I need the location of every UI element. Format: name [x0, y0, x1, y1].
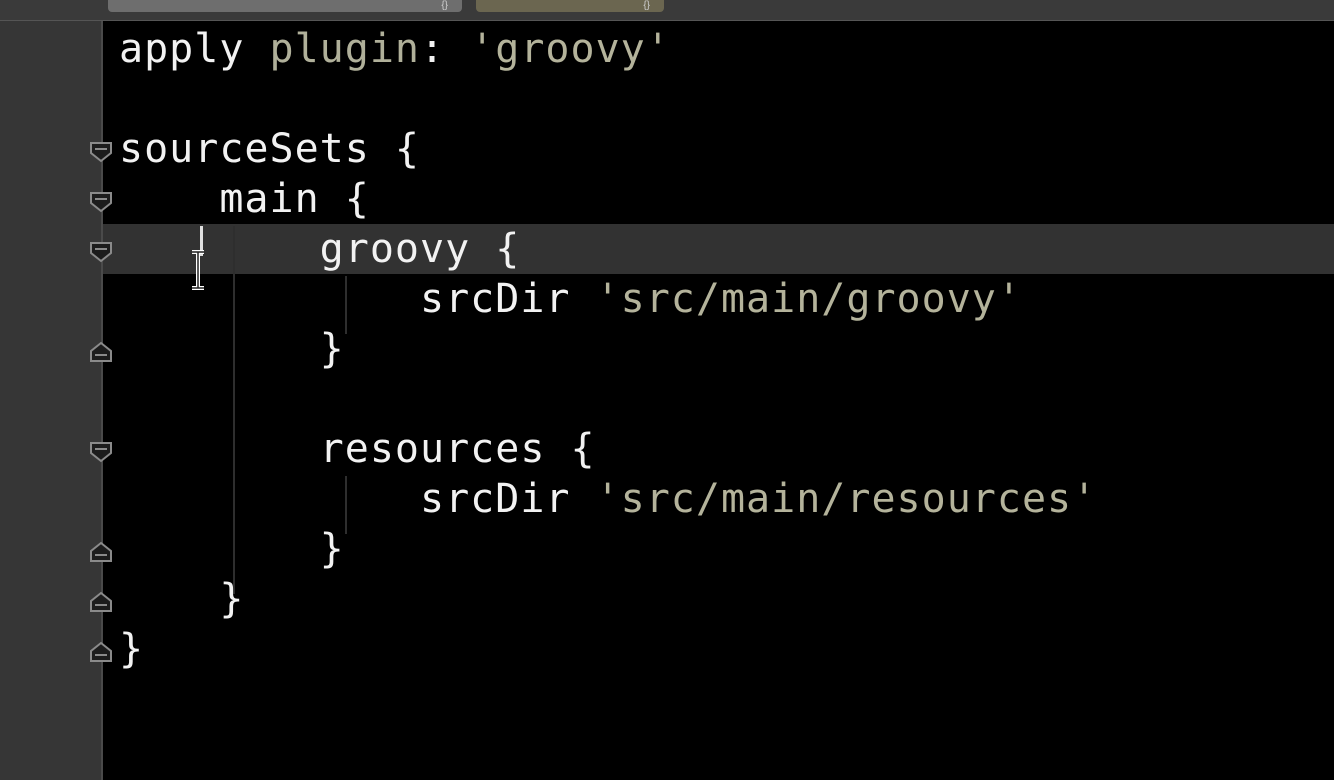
- code-editor-window: {} {} apply plugin: 'groovy' sourceSets …: [0, 0, 1334, 780]
- code-line: apply plugin: 'groovy': [119, 26, 671, 72]
- fold-close-icon[interactable]: [88, 539, 114, 565]
- code-line: }: [319, 526, 345, 572]
- code-line: }: [319, 326, 345, 372]
- code-line: }: [219, 576, 245, 622]
- editor-tab[interactable]: {}: [108, 0, 462, 12]
- string-literal: 'src/main/groovy': [595, 276, 1022, 322]
- code-line: srcDir 'src/main/resources': [419, 476, 1098, 522]
- gutter-separator: [101, 21, 103, 780]
- fold-close-icon[interactable]: [88, 639, 114, 665]
- code-line-current: groovy {: [319, 226, 521, 272]
- string-literal: 'groovy': [470, 26, 671, 72]
- code-area[interactable]: apply plugin: 'groovy' sourceSets { main…: [119, 24, 1097, 674]
- code-line: resources {: [319, 426, 596, 472]
- plugin-keyword: plugin: [269, 26, 420, 72]
- code-line: sourceSets {: [119, 126, 420, 172]
- editor-tab-active[interactable]: {}: [476, 0, 664, 12]
- code-line: main {: [219, 176, 370, 222]
- fold-open-icon[interactable]: [88, 139, 114, 165]
- fold-open-icon[interactable]: [88, 239, 114, 265]
- fold-close-icon[interactable]: [88, 589, 114, 615]
- fold-open-icon[interactable]: [88, 439, 114, 465]
- editor-tab-bar: {} {}: [0, 0, 1334, 21]
- string-literal: 'src/main/resources': [595, 476, 1098, 522]
- ibeam-cursor-icon: [192, 250, 204, 290]
- fold-open-icon[interactable]: [88, 189, 114, 215]
- code-line: srcDir 'src/main/groovy': [419, 276, 1022, 322]
- fold-close-icon[interactable]: [88, 339, 114, 365]
- editor-gutter[interactable]: [0, 21, 101, 780]
- code-line: }: [119, 626, 145, 672]
